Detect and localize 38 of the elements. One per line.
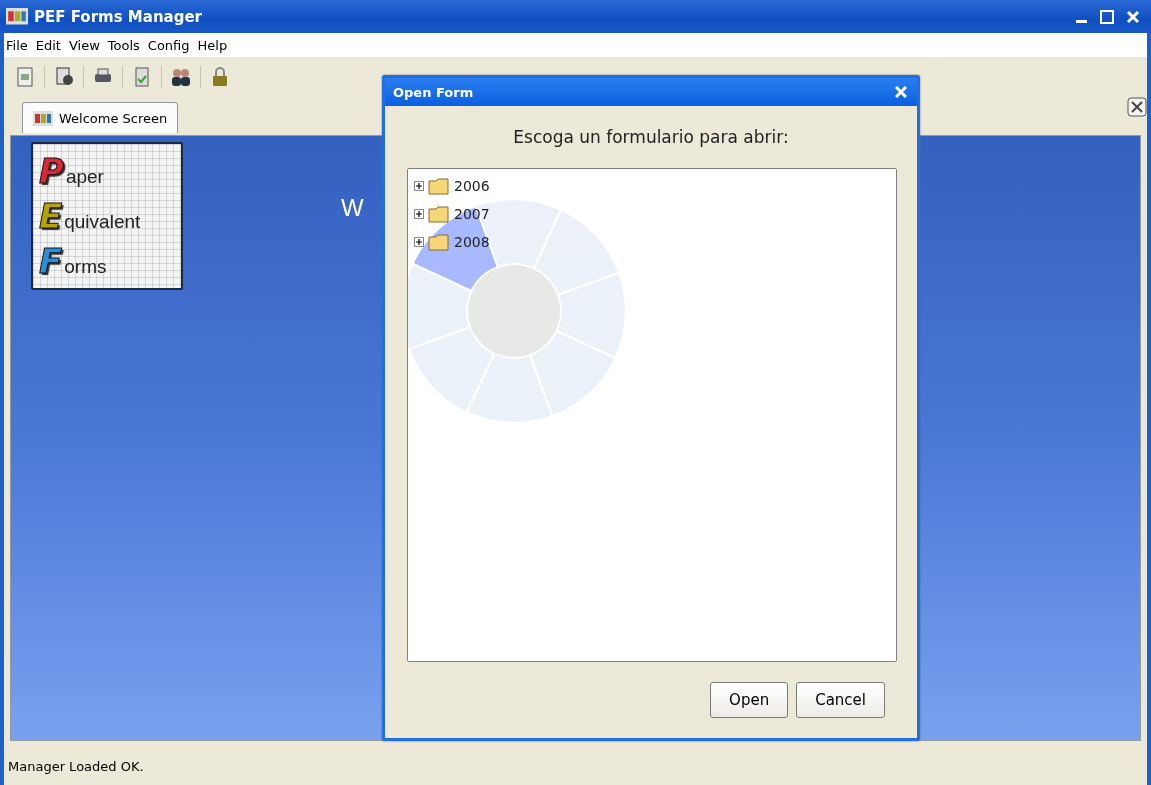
menu-item[interactable]: View bbox=[68, 37, 100, 53]
loading-spinner-icon bbox=[408, 199, 626, 423]
logo-initial: F bbox=[39, 244, 63, 279]
logo-initial: P bbox=[39, 153, 64, 188]
close-tab-button[interactable] bbox=[1127, 97, 1147, 117]
tree-item[interactable]: 2007 bbox=[414, 203, 890, 225]
status-text: Manager Loaded OK. bbox=[7, 757, 145, 776]
dialog-title: Open Form bbox=[393, 84, 474, 100]
tree-item[interactable]: 2008 bbox=[414, 231, 890, 253]
close-icon[interactable] bbox=[895, 86, 907, 98]
dialog-button[interactable]: Cancel bbox=[796, 682, 885, 718]
minimize-icon bbox=[1075, 19, 1087, 23]
logo-word: quivalent bbox=[64, 211, 141, 233]
tree-label: 2006 bbox=[454, 178, 490, 194]
folder-icon bbox=[428, 177, 450, 195]
menu-item[interactable]: File bbox=[6, 37, 28, 53]
menu-item[interactable]: Config bbox=[147, 37, 190, 53]
window-title: PEF Forms Manager bbox=[34, 7, 203, 26]
folder-icon bbox=[428, 205, 450, 223]
tree-label: 2007 bbox=[454, 206, 490, 222]
welcome-heading: W bbox=[341, 194, 364, 222]
menu-item[interactable]: Edit bbox=[35, 37, 61, 53]
expander-icon[interactable] bbox=[414, 209, 424, 219]
logo-word: orms bbox=[64, 256, 107, 279]
tree-item[interactable]: 2006 bbox=[414, 175, 890, 197]
folder-icon bbox=[428, 233, 450, 251]
tree-label: 2008 bbox=[454, 234, 490, 250]
expander-icon[interactable] bbox=[414, 181, 424, 191]
dialog-button[interactable]: Open bbox=[710, 682, 789, 718]
app-logo-icon bbox=[33, 110, 53, 126]
menu-item[interactable]: Tools bbox=[107, 37, 140, 53]
logo-word: aper bbox=[65, 165, 104, 188]
menu-item[interactable]: Help bbox=[197, 37, 228, 53]
logo-initial: E bbox=[39, 199, 63, 233]
app-logo-icon bbox=[6, 8, 28, 25]
dialog-prompt: Escoga un formulario para abrir: bbox=[512, 126, 790, 149]
tab[interactable]: Welcome Screen bbox=[22, 102, 179, 133]
expander-icon[interactable] bbox=[414, 237, 424, 247]
